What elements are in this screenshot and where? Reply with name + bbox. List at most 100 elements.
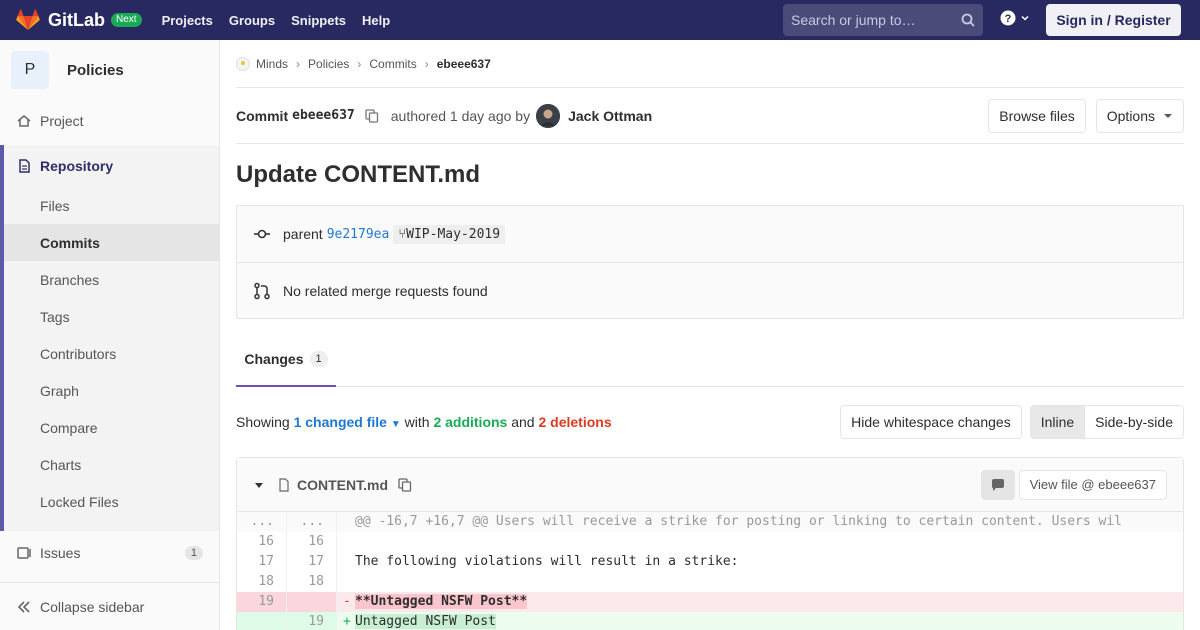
view-file-button[interactable]: View file @ ebeee637 bbox=[1018, 469, 1167, 500]
changed-files-dropdown[interactable]: 1 changed file ▼ bbox=[294, 414, 401, 430]
breadcrumb-separator: › bbox=[296, 56, 301, 71]
nav-help[interactable]: Help bbox=[354, 13, 398, 28]
commit-title: Update CONTENT.md bbox=[236, 161, 481, 188]
old-line-number[interactable]: 16 bbox=[237, 532, 287, 552]
sidebar-subitem-charts[interactable]: Charts bbox=[4, 446, 219, 483]
new-line-number[interactable]: 17 bbox=[287, 552, 337, 572]
and-text: and bbox=[511, 414, 535, 430]
sidebar-subitem-compare[interactable]: Compare bbox=[4, 409, 219, 446]
group-avatar-icon bbox=[236, 56, 250, 71]
diff-hunk-header: ...... @@ -16,7 +16,7 @@ Users will recei… bbox=[237, 512, 1183, 532]
diff-stats-row: Showing 1 changed file ▼ with 2 addition… bbox=[236, 387, 1184, 457]
breadcrumb-policies[interactable]: Policies bbox=[308, 57, 349, 71]
help-dropdown[interactable]: ? bbox=[1000, 10, 1030, 26]
gitlab-logo-icon bbox=[16, 9, 40, 30]
author-name[interactable]: Jack Ottman bbox=[568, 108, 652, 124]
side-by-side-view-button[interactable]: Side-by-side bbox=[1085, 405, 1184, 439]
options-dropdown[interactable]: Options bbox=[1095, 98, 1184, 133]
inline-view-button[interactable]: Inline bbox=[1029, 405, 1086, 439]
nav-snippets[interactable]: Snippets bbox=[283, 13, 354, 28]
breadcrumb-commits[interactable]: Commits bbox=[369, 57, 416, 71]
diff-file-name[interactable]: CONTENT.md bbox=[297, 477, 388, 493]
project-header[interactable]: P Policies bbox=[0, 40, 219, 100]
comment-toggle-button[interactable] bbox=[980, 469, 1015, 500]
diff-code: @@ -16,7 +16,7 @@ Users will receive a s… bbox=[337, 512, 1122, 532]
svg-text:?: ? bbox=[1005, 13, 1012, 25]
old-line-number[interactable] bbox=[237, 612, 287, 630]
merge-request-row: No related merge requests found bbox=[237, 262, 1183, 318]
branch-icon: ⑂ bbox=[398, 226, 407, 242]
main-content: Minds › Policies › Commits › ebeee637 Co… bbox=[236, 40, 1184, 630]
caret-down-icon bbox=[1164, 113, 1172, 118]
issues-icon bbox=[17, 547, 31, 559]
changed-files-label: 1 changed file bbox=[293, 414, 387, 430]
gitlab-brand[interactable]: GitLab Next bbox=[16, 9, 142, 31]
commit-header: Commit ebeee637 authored 1 day ago by Ja… bbox=[236, 88, 1184, 144]
old-line-number[interactable]: ... bbox=[237, 512, 287, 532]
tab-changes[interactable]: Changes 1 bbox=[236, 343, 336, 387]
new-line-number[interactable]: 18 bbox=[287, 572, 337, 592]
search-input[interactable]: Search or jump to… bbox=[783, 4, 983, 36]
breadcrumb-current[interactable]: ebeee637 bbox=[437, 57, 491, 71]
sidebar-subitem-files[interactable]: Files bbox=[4, 187, 219, 224]
nav-groups[interactable]: Groups bbox=[221, 13, 283, 28]
copy-icon[interactable] bbox=[398, 477, 412, 492]
old-line-number[interactable]: 19 bbox=[237, 592, 287, 612]
sidebar-subitem-tags[interactable]: Tags bbox=[4, 298, 219, 335]
diff-text: The following violations will result in … bbox=[355, 554, 739, 569]
diff-code bbox=[337, 532, 355, 552]
tab-count-badge: 1 bbox=[309, 351, 328, 367]
caret-down-icon: ▼ bbox=[390, 419, 401, 430]
search-icon bbox=[961, 13, 975, 27]
parent-row: parent 9e2179ea ⑂WIP-May-2019 bbox=[237, 206, 1183, 262]
sidebar-item-project[interactable]: Project bbox=[0, 100, 219, 142]
author-avatar[interactable] bbox=[536, 103, 561, 128]
copy-icon[interactable] bbox=[365, 108, 379, 123]
browse-files-button[interactable]: Browse files bbox=[988, 98, 1086, 133]
diff-line: 16 16 bbox=[237, 532, 1183, 552]
next-badge: Next bbox=[111, 13, 142, 27]
commit-info-box: parent 9e2179ea ⑂WIP-May-2019 No related… bbox=[236, 205, 1184, 319]
sidebar-item-repository[interactable]: Repository bbox=[4, 145, 219, 187]
breadcrumb-separator: › bbox=[357, 56, 362, 71]
sign-in-button[interactable]: Sign in / Register bbox=[1046, 4, 1181, 36]
collapse-triangle-icon[interactable] bbox=[253, 479, 265, 491]
brand-name: GitLab bbox=[48, 9, 105, 30]
sidebar-subitem-graph[interactable]: Graph bbox=[4, 372, 219, 409]
sidebar-subitem-contributors[interactable]: Contributors bbox=[4, 335, 219, 372]
old-line-number[interactable]: 17 bbox=[237, 552, 287, 572]
chevron-down-icon bbox=[1021, 15, 1029, 21]
breadcrumb-minds[interactable]: Minds bbox=[256, 57, 288, 71]
sidebar-subitem-locked-files[interactable]: Locked Files bbox=[4, 483, 219, 520]
sidebar-subitem-commits[interactable]: Commits bbox=[4, 224, 219, 261]
new-line-number[interactable]: ... bbox=[287, 512, 337, 532]
old-line-number[interactable]: 18 bbox=[237, 572, 287, 592]
authored-text: authored 1 day ago by bbox=[390, 107, 531, 124]
parent-sha-link[interactable]: 9e2179ea bbox=[327, 227, 390, 242]
issues-count-badge: 1 bbox=[184, 546, 203, 560]
file-icon bbox=[279, 477, 289, 492]
diff-code: + Untagged NSFW Post bbox=[337, 612, 496, 630]
commit-tabs: Changes 1 bbox=[236, 319, 1184, 387]
sidebar-repository-section: Repository Files Commits Branches Tags C… bbox=[0, 145, 219, 531]
merge-request-icon bbox=[254, 282, 270, 299]
sidebar-subitem-branches[interactable]: Branches bbox=[4, 261, 219, 298]
diff-text: Untagged NSFW Post bbox=[355, 614, 496, 629]
parent-label: parent bbox=[283, 226, 323, 242]
commit-sha: ebeee637 bbox=[292, 108, 355, 123]
sidebar-item-issues[interactable]: Issues 1 bbox=[0, 532, 219, 574]
nav-projects[interactable]: Projects bbox=[154, 13, 221, 28]
new-line-number[interactable]: 19 bbox=[287, 612, 337, 630]
author-avatar-icon bbox=[536, 103, 561, 128]
branch-pill[interactable]: ⑂WIP-May-2019 bbox=[393, 224, 506, 244]
diff-sign: + bbox=[343, 614, 351, 629]
breadcrumb-separator: › bbox=[424, 56, 429, 71]
diff-code: The following violations will result in … bbox=[337, 552, 739, 572]
project-avatar: P bbox=[11, 51, 49, 89]
new-line-number[interactable] bbox=[287, 592, 337, 612]
hide-whitespace-button[interactable]: Hide whitespace changes bbox=[840, 405, 1022, 439]
collapse-sidebar-button[interactable]: Collapse sidebar bbox=[0, 582, 219, 630]
diff-line: 19 + Untagged NSFW Post bbox=[237, 612, 1183, 630]
project-name: Policies bbox=[67, 61, 124, 79]
new-line-number[interactable]: 16 bbox=[287, 532, 337, 552]
